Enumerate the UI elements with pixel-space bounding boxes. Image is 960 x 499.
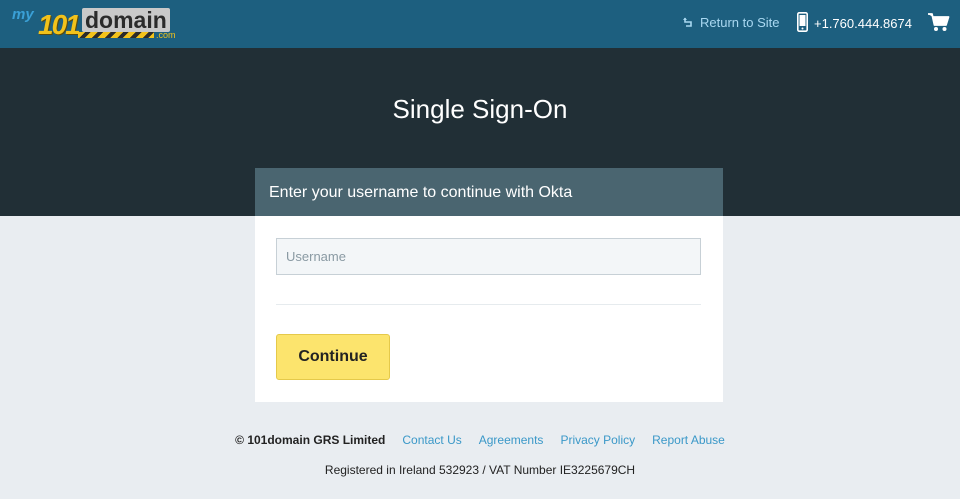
footer-copyright: © 101domain GRS Limited bbox=[235, 433, 386, 447]
logo-stripe bbox=[78, 32, 154, 38]
return-arrow-icon bbox=[682, 16, 694, 31]
return-to-site-link[interactable]: Return to Site bbox=[682, 15, 780, 31]
footer-registration: Registered in Ireland 532923 / VAT Numbe… bbox=[324, 463, 636, 477]
cart-button[interactable] bbox=[928, 12, 950, 37]
shopping-cart-icon bbox=[928, 13, 950, 36]
phone-number-label: +1.760.444.8674 bbox=[814, 15, 912, 31]
logo-number-text: 101 bbox=[38, 9, 81, 40]
mobile-phone-icon bbox=[797, 12, 808, 35]
report-abuse-link[interactable]: Report Abuse bbox=[652, 432, 725, 448]
phone-number-link[interactable]: +1.760.444.8674 bbox=[797, 12, 912, 35]
my101domain-logo[interactable]: my 101 domain .com bbox=[12, 6, 182, 42]
contact-us-link[interactable]: Contact Us bbox=[402, 432, 461, 448]
logo-tld-text: .com bbox=[156, 30, 176, 40]
logo-my-text: my bbox=[12, 6, 34, 23]
footer-links: © 101domain GRS Limited Contact Us Agree… bbox=[0, 432, 960, 448]
sso-card-header: Enter your username to continue with Okt… bbox=[255, 168, 723, 216]
return-to-site-label: Return to Site bbox=[700, 15, 780, 30]
sso-card: Continue bbox=[255, 216, 723, 402]
continue-button[interactable]: Continue bbox=[276, 334, 390, 380]
logo-domain-text: domain bbox=[82, 8, 170, 32]
agreements-link[interactable]: Agreements bbox=[479, 432, 544, 448]
page-title: Single Sign-On bbox=[392, 94, 568, 124]
divider bbox=[276, 304, 701, 305]
privacy-policy-link[interactable]: Privacy Policy bbox=[560, 432, 635, 448]
username-input[interactable] bbox=[276, 238, 701, 275]
top-bar: my 101 domain .com Return to Site +1.760… bbox=[0, 0, 960, 48]
